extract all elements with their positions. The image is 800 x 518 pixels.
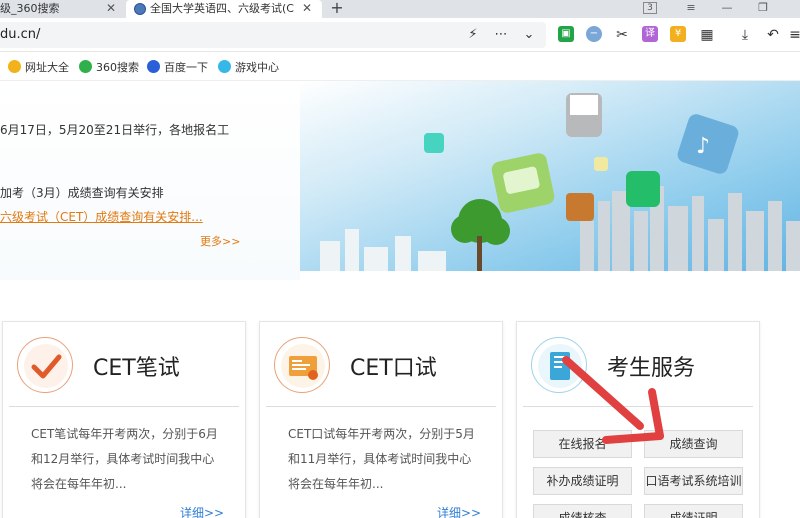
city-skyline-illustration — [300, 186, 800, 280]
score-query-button[interactable]: 成绩查询 — [644, 430, 743, 458]
card-header: CET笔试 — [3, 322, 245, 406]
tab-bar: 级_360搜索 ✕ 全国大学英语四、六级考试(C ✕ + 3 ≡ — ❐ — [0, 0, 800, 18]
card-divider — [523, 406, 753, 407]
apps-grid-icon[interactable]: ▦ — [698, 26, 716, 44]
oral-exam-training-button[interactable]: 口语考试系统培训 — [644, 467, 743, 495]
baidu-paw-icon — [147, 60, 160, 73]
card-title[interactable]: CET笔试 — [93, 350, 180, 382]
more-news-link[interactable]: 更多>> — [200, 233, 240, 249]
close-icon[interactable]: ✕ — [300, 0, 314, 18]
360-search-icon — [79, 60, 92, 73]
green-extension-icon[interactable]: ▣ — [558, 26, 574, 42]
details-link[interactable]: 详细>> — [180, 504, 224, 518]
download-icon[interactable]: ⤓ — [736, 26, 754, 44]
bookmark-item[interactable]: 360搜索 — [79, 59, 139, 75]
tab-360-search[interactable]: 级_360搜索 ✕ — [0, 0, 124, 18]
card-divider — [266, 406, 496, 407]
shield-icon[interactable]: ¥ — [670, 26, 686, 42]
game-center-icon — [218, 60, 231, 73]
details-link[interactable]: 详细>> — [437, 504, 481, 518]
tab-title: 级_360搜索 — [0, 2, 60, 15]
cet-written-card: CET笔试 CET笔试每年开考两次，分别于6月和12月举行，具体考试时间我中心将… — [2, 321, 246, 518]
online-registration-button[interactable]: 在线报名 — [533, 430, 632, 458]
url-text[interactable]: du.cn/ — [0, 27, 40, 42]
new-tab-button[interactable]: + — [329, 0, 345, 18]
bookmark-item[interactable]: 百度一下 — [147, 59, 208, 75]
lightning-icon[interactable]: ⚡ — [464, 27, 482, 42]
address-bar[interactable]: du.cn/ ⚡ ⋯ ⌄ — [0, 22, 546, 48]
360-browser-icon — [8, 60, 21, 73]
bookmarks-bar: 网址大全 360搜索 百度一下 游戏中心 — [0, 53, 800, 81]
more-icon[interactable]: ⋯ — [492, 27, 510, 42]
certificate-icon — [274, 337, 330, 393]
news-banner: ♪ 6月17日，5月20至21日举行，各地报名工 加考（3月）成绩查询有关安排 … — [0, 81, 800, 280]
card-title[interactable]: CET口试 — [350, 350, 437, 382]
bookmark-item[interactable]: 游戏中心 — [218, 59, 279, 75]
card-header: CET口试 — [260, 322, 502, 406]
bookmark-label: 360搜索 — [96, 61, 139, 74]
favicon-icon — [134, 3, 146, 15]
undo-icon[interactable]: ↶ — [764, 26, 782, 44]
score-certificate-button[interactable]: 成绩证明 — [644, 504, 743, 518]
menu-icon[interactable]: ≡ — [684, 0, 698, 18]
chevron-down-icon[interactable]: ⌄ — [520, 27, 538, 42]
translate-zh-icon[interactable]: 译 — [642, 26, 658, 42]
translate-extension-icon[interactable]: − — [586, 26, 602, 42]
news-item[interactable]: 加考（3月）成绩查询有关安排 — [0, 184, 164, 201]
tab-count-badge[interactable]: 3 — [643, 2, 657, 14]
bookmark-label: 百度一下 — [164, 61, 208, 74]
card-header: 考生服务 — [517, 322, 759, 406]
tab-cet[interactable]: 全国大学英语四、六级考试(C ✕ — [126, 0, 322, 18]
tab-title: 全国大学英语四、六级考试(C — [150, 2, 294, 15]
address-bar-row: du.cn/ ⚡ ⋯ ⌄ ▣ − ✂ 译 ¥ ▦ ⤓ ↶ ≡ — [0, 18, 800, 52]
reissue-score-certificate-button[interactable]: 补办成绩证明 — [533, 467, 632, 495]
restore-icon[interactable]: ❐ — [756, 0, 770, 18]
overflow-menu-icon[interactable]: ≡ — [786, 26, 800, 44]
bookmark-label: 游戏中心 — [235, 61, 279, 74]
bookmark-label: 网址大全 — [25, 61, 69, 74]
card-description: CET口试每年开考两次，分别于5月和11月举行，具体考试时间我中心将会在每年年初… — [288, 427, 475, 491]
news-item[interactable]: 6月17日，5月20至21日举行，各地报名工 — [0, 121, 229, 138]
card-divider — [9, 406, 239, 407]
score-verification-button[interactable]: 成绩核查 — [533, 504, 632, 518]
news-link[interactable]: 六级考试（CET）成绩查询有关安排... — [0, 208, 203, 225]
bookmark-item[interactable]: 网址大全 — [8, 59, 69, 75]
candidate-service-card: 考生服务 在线报名 成绩查询 补办成绩证明 口语考试系统培训 成绩核查 成绩证明 — [516, 321, 760, 518]
scissors-icon[interactable]: ✂ — [613, 26, 631, 44]
card-title[interactable]: 考生服务 — [607, 350, 695, 382]
cet-oral-card: CET口试 CET口试每年开考两次，分别于5月和11月举行，具体考试时间我中心将… — [259, 321, 503, 518]
close-icon[interactable]: ✕ — [104, 0, 118, 18]
checkmark-icon — [17, 337, 73, 393]
minimize-icon[interactable]: — — [720, 0, 734, 18]
card-description: CET笔试每年开考两次，分别于6月和12月举行，具体考试时间我中心将会在每年年初… — [31, 427, 218, 491]
notebook-icon — [531, 337, 587, 393]
